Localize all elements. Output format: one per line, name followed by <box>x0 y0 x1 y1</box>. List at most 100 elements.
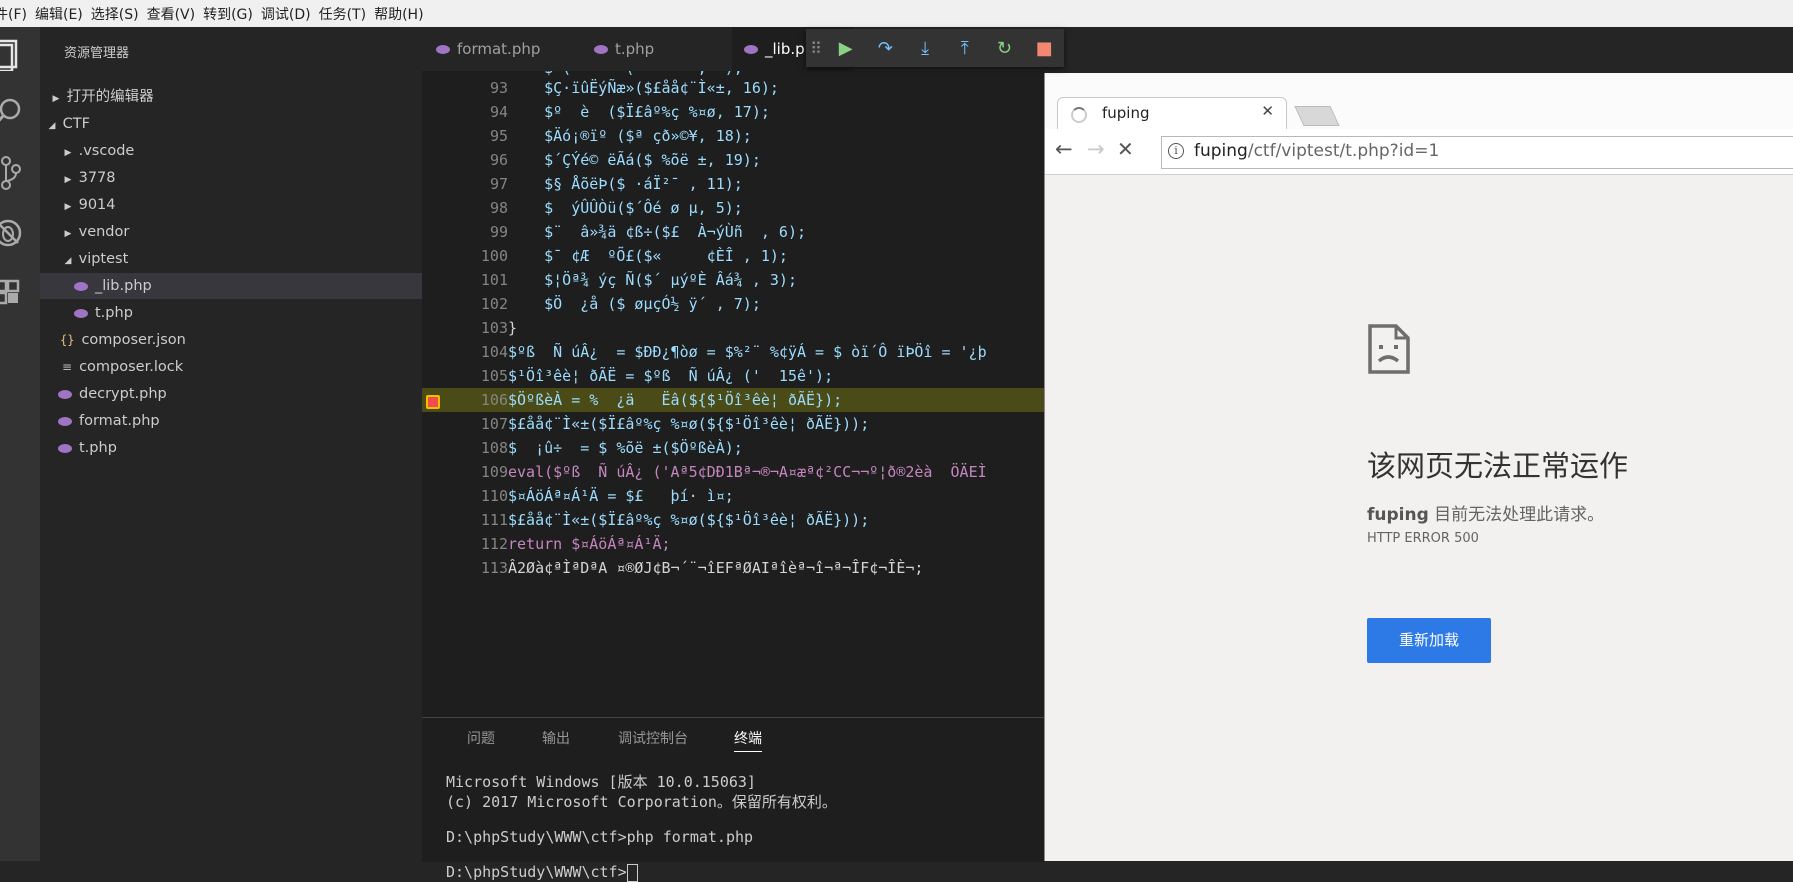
close-icon[interactable]: ✕ <box>1261 102 1274 120</box>
code-line[interactable]: 110 $¤ÁöÁª¤Á¹Ä = $£ þí· ì¤; <box>422 484 1044 508</box>
extensions-icon[interactable] <box>0 275 34 311</box>
code-line[interactable]: 103} <box>422 316 1044 340</box>
activity-bar <box>0 27 40 861</box>
code-text: $ÖºßèÀ = % ¿ä Ëâ(${$¹Öî³êè¦ ðÃË}); <box>508 391 843 409</box>
code-line[interactable]: 98 $ ýÛÛÒü($´Ôé ø µ, 5); <box>422 196 1044 220</box>
search-icon[interactable] <box>0 95 34 131</box>
menu-help[interactable]: 帮助(H) <box>374 4 431 24</box>
tab-output[interactable]: 输出 <box>542 728 570 748</box>
line-number: 101 <box>480 271 508 289</box>
file-decrypt-php[interactable]: decrypt.php <box>40 381 422 407</box>
tab-debug-console[interactable]: 调试控制台 <box>618 728 688 748</box>
php-file-icon <box>58 389 72 399</box>
menu-view[interactable]: 查看(V) <box>147 4 204 24</box>
explorer-sidebar: 资源管理器 ▶ 打开的编辑器 ◢ CTF ▶ .vscode ▶ 3778 ▶ … <box>40 27 422 861</box>
tab-t-php[interactable]: t.php <box>594 27 714 71</box>
folder-vendor[interactable]: ▶ vendor <box>40 219 422 245</box>
editor-area: format.php t.php _lib.p ⠿ ▶ ↷ ⤓ ⤒ ↻ ■ $ … <box>422 27 1064 882</box>
explorer-icon[interactable] <box>0 35 34 71</box>
file-composer-json[interactable]: {} composer.json <box>40 327 422 353</box>
code-line[interactable]: 106 $ÖºßèÀ = % ¿ä Ëâ(${$¹Öî³êè¦ ðÃË}); <box>422 388 1044 412</box>
forward-arrow-icon[interactable]: → <box>1087 137 1105 161</box>
new-tab-button[interactable] <box>1294 106 1340 126</box>
code-text: $Äó¡®ïº ($ª çð»©¥, 18); <box>508 127 752 145</box>
file-composer-lock[interactable]: ≡ composer.lock <box>40 354 422 380</box>
terminal-line: D:\phpStudy\WWW\ctf>php format.php <box>446 828 754 846</box>
menu-debug[interactable]: 调试(D) <box>261 4 319 24</box>
folder-9014[interactable]: ▶ 9014 <box>40 192 422 218</box>
code-line[interactable]: 109 eval($ºß Ñ úÂ¿ ('Aª5¢DÐ1Bª¬®¬A¤æª¢²CC… <box>422 460 1044 484</box>
code-text: $¦Öª¾ ýç Ñ($´ µýºÈ Âá¾ , 3); <box>508 271 797 289</box>
tab-terminal[interactable]: 终端 <box>734 728 762 752</box>
step-out-icon[interactable]: ⤒ <box>945 38 985 59</box>
code-line[interactable]: 102 $Ö ¿å ($ øµçÓ½ ÿ´ , 7); <box>422 292 1044 316</box>
code-line[interactable]: 113 Â2Øà¢ªÌªDªA ¤®ØJ¢B¬´¨¬îEFªØAIªîèª¬î¬ª… <box>422 556 1044 580</box>
line-number: 112 <box>480 535 508 553</box>
menu-selection[interactable]: 选择(S) <box>91 4 147 24</box>
code-line[interactable]: 95 $Äó¡®ïº ($ª çð»©¥, 18); <box>422 124 1044 148</box>
code-text: $§ ÅõëÞ($ ·áÏ²¯ , 11); <box>508 175 743 193</box>
code-line[interactable]: 111 $£åå¢¨Ì«±($Ï£âº%ç %¤ø(${$¹Öî³êè¦ ðÃË}… <box>422 508 1044 532</box>
code-line[interactable]: 107 $£åå¢¨Ì«±($Ï£âº%ç %¤ø(${$¹Öî³êè¦ ðÃË}… <box>422 412 1044 436</box>
terminal-prompt[interactable]: D:\phpStudy\WWW\ctf> <box>446 862 638 882</box>
terminal-line: Microsoft Windows [版本 10.0.15063] <box>446 773 756 791</box>
code-line[interactable]: 105 $¹Öî³êè¦ ðÃË = $ºß Ñ úÂ¿ (' 15ê'); <box>422 364 1044 388</box>
folder-vscode[interactable]: ▶ .vscode <box>40 138 422 164</box>
open-editors-section[interactable]: ▶ 打开的编辑器 <box>40 84 422 110</box>
info-icon[interactable]: i <box>1168 143 1184 159</box>
folder-ctf[interactable]: ◢ CTF <box>40 111 422 137</box>
file-format-php[interactable]: format.php <box>40 408 422 434</box>
error-title: 该网页无法正常运作 <box>1367 449 1629 483</box>
back-arrow-icon[interactable]: ← <box>1055 137 1073 161</box>
menu-edit[interactable]: 编辑(E) <box>35 4 91 24</box>
address-bar[interactable]: i fuping/ctf/viptest/t.php?id=1 <box>1161 136 1793 169</box>
code-line[interactable]: 100 $¯ ¢Æ ºÕ£($« ¢ÈÎ , 1); <box>422 244 1044 268</box>
code-line[interactable]: 101 $¦Öª¾ ýç Ñ($´ µýºÈ Âá¾ , 3); <box>422 268 1044 292</box>
step-into-icon[interactable]: ⤓ <box>905 38 945 59</box>
folder-3778[interactable]: ▶ 3778 <box>40 165 422 191</box>
loading-spinner-icon <box>1071 107 1087 123</box>
file-lib-php[interactable]: _lib.php <box>40 273 422 299</box>
menu-tasks[interactable]: 任务(T) <box>319 4 374 24</box>
terminal-line: (c) 2017 Microsoft Corporation。保留所有权利。 <box>446 793 837 811</box>
code-line[interactable]: 94 $º è ($Ï£âº%ç %¤ø, 17); <box>422 100 1044 124</box>
explorer-title: 资源管理器 <box>64 46 130 61</box>
stop-loading-icon[interactable]: ✕ <box>1117 137 1134 161</box>
line-number: 110 <box>480 487 508 505</box>
line-number: 108 <box>480 439 508 457</box>
chevron-down-icon: ◢ <box>64 256 72 266</box>
json-file-icon: {} <box>60 333 75 347</box>
line-number: 94 <box>489 103 508 121</box>
file-viptest-t-php[interactable]: t.php <box>40 300 422 326</box>
stop-icon[interactable]: ■ <box>1024 38 1064 59</box>
menu-goto[interactable]: 转到(G) <box>203 4 261 24</box>
code-line[interactable]: 96 $´ÇÝé© ëÃá($ %õë ±, 19); <box>422 148 1044 172</box>
line-number: 97 <box>489 175 508 193</box>
code-line[interactable]: 108 $ ¡û÷ = $ %õë ±($ÖºßèÀ); <box>422 436 1044 460</box>
code-line[interactable]: 97 $§ ÅõëÞ($ ·áÏ²¯ , 11); <box>422 172 1044 196</box>
php-file-icon <box>744 45 758 54</box>
line-number: 100 <box>480 247 508 265</box>
tab-format-php[interactable]: format.php <box>436 27 576 71</box>
code-text: $ºß Ñ úÂ¿ = $ÐÐ¿¶òø = $%²¨ %¢ÿÁ = $ òï´Ô… <box>508 343 987 361</box>
tab-problems[interactable]: 问题 <box>467 728 495 748</box>
reload-button[interactable]: 重新加载 <box>1367 618 1491 663</box>
code-line[interactable]: 99 $¨ â»¾ä ¢ß÷($£ À¬ýÙñ , 6); <box>422 220 1044 244</box>
code-line[interactable]: 112 return $¤ÁöÁª¤Á¹Ä; <box>422 532 1044 556</box>
line-number: 99 <box>489 223 508 241</box>
drag-handle-icon[interactable]: ⠿ <box>806 39 826 58</box>
browser-tabstrip: fuping ✕ <box>1045 73 1793 130</box>
source-control-icon[interactable] <box>0 155 34 191</box>
continue-icon[interactable]: ▶ <box>826 38 866 59</box>
menu-file[interactable]: 件(F) <box>0 4 35 24</box>
code-view[interactable]: $ ( ( , ); 93 $Ç·ïûËýÑæ»($£åå¢¨Ì«±, 16);… <box>422 71 1044 717</box>
debug-icon[interactable] <box>0 215 34 251</box>
php-file-icon <box>58 416 72 426</box>
code-line[interactable]: 104 $ºß Ñ úÂ¿ = $ÐÐ¿¶òø = $%²¨ %¢ÿÁ = $ ò… <box>422 340 1044 364</box>
browser-tab[interactable]: fuping ✕ <box>1057 97 1287 130</box>
step-over-icon[interactable]: ↷ <box>866 38 906 59</box>
restart-icon[interactable]: ↻ <box>985 38 1025 59</box>
code-line[interactable]: 93 $Ç·ïûËýÑæ»($£åå¢¨Ì«±, 16); <box>422 76 1044 100</box>
folder-viptest[interactable]: ◢ viptest <box>40 246 422 272</box>
file-t-php[interactable]: t.php <box>40 435 422 461</box>
